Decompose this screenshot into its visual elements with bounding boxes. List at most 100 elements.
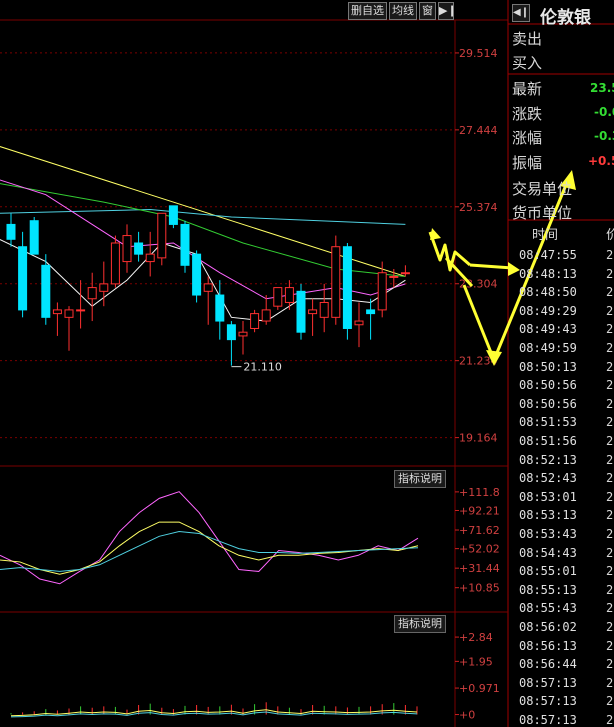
osc-tick-label: +92.21 (459, 504, 500, 517)
quote-label-change-pct: 涨幅 (512, 129, 543, 147)
indicator-help-button-2[interactable]: 指标说明 (394, 615, 446, 633)
trade-time: 08:53:01 (519, 489, 577, 504)
trade-price: 2 (606, 303, 614, 318)
osc-tick-label: +71.62 (459, 524, 500, 537)
trade-price: 2 (606, 638, 614, 653)
candle-body (18, 246, 28, 311)
candle-body (180, 223, 190, 266)
candle-body (76, 309, 86, 312)
quote-label-amplitude: 振幅 (512, 154, 543, 172)
candle-body (157, 212, 167, 259)
candle-body (389, 275, 399, 278)
back-icon[interactable]: ◀❙ (512, 4, 530, 22)
candle-body (6, 223, 16, 240)
quote-label-change: 涨跌 (512, 105, 543, 123)
candle-body (215, 294, 225, 322)
candle-body (273, 287, 283, 307)
candle-body (250, 313, 260, 329)
trade-time: 08:55:01 (519, 564, 577, 579)
remove-watchlist-button[interactable]: 删自选 (348, 2, 387, 20)
indicator-help-button-1[interactable]: 指标说明 (394, 470, 446, 488)
oscillator-line (0, 531, 419, 572)
trade-time: 08:49:59 (519, 341, 577, 355)
candle-body (366, 309, 376, 315)
candle-body (331, 246, 341, 318)
candle-body (110, 242, 120, 285)
price-tick-label: 25.374 (459, 201, 498, 214)
candle-body (354, 320, 364, 326)
trade-price: 2 (606, 285, 614, 300)
candle-body (342, 246, 352, 329)
moving-average-button[interactable]: 均线 (389, 2, 417, 20)
trade-header-time: 时间 (532, 228, 559, 243)
trade-price: 2 (606, 694, 614, 709)
oscillator-line (0, 521, 419, 575)
candle-body (122, 235, 132, 263)
candle-body (145, 253, 155, 263)
instrument-title: 伦敦银 (540, 8, 591, 28)
trade-time: 08:57:13 (519, 694, 577, 709)
osc-tick-label: +111.8 (459, 486, 500, 499)
window-button[interactable]: 窗 (419, 2, 436, 20)
trade-price: 2 (606, 434, 614, 448)
candle-body (29, 220, 39, 255)
trade-price: 2 (606, 415, 614, 430)
trade-price: 2 (606, 378, 614, 393)
trade-time: 08:49:43 (519, 322, 577, 337)
trade-time: 08:50:56 (519, 378, 577, 393)
candle-body (308, 309, 318, 315)
play-icon[interactable]: ▶❙ (438, 2, 457, 20)
trade-time: 08:49:29 (519, 303, 577, 318)
trade-time: 08:56:13 (519, 638, 577, 653)
stage: 29.514 27.444 25.374 23.304 21.234 19.164 21.1… (0, 0, 614, 727)
candle-body (226, 324, 236, 341)
candle-body (87, 287, 97, 300)
trade-price: 2 (606, 341, 614, 355)
candle-body (41, 264, 51, 318)
quote-label-trade-unit: 交易单位 (512, 180, 573, 198)
annotation-arrow (469, 263, 513, 270)
trade-time: 08:55:13 (519, 582, 577, 597)
trade-time: 08:54:43 (519, 545, 577, 560)
candle-body (134, 242, 144, 255)
candle-body (99, 283, 109, 292)
trade-price: 2 (606, 657, 614, 672)
osc-tick-label: +31.44 (459, 562, 500, 575)
trade-price: 2 (606, 508, 614, 523)
trade-time: 08:51:56 (519, 434, 577, 448)
candle-body (192, 253, 202, 296)
trade-time: 08:50:13 (519, 359, 577, 374)
trade-time: 08:56:44 (519, 657, 577, 672)
trade-time: 08:55:43 (519, 601, 577, 616)
trade-price: 2 (606, 452, 614, 467)
trade-price: 2 (606, 322, 614, 337)
arrow-head (430, 228, 441, 240)
trade-price: 2 (606, 620, 614, 634)
trade-price: 2 (606, 471, 614, 486)
trade-time: 08:51:53 (519, 415, 577, 430)
low-annotation: 21.110 (243, 361, 282, 374)
trade-price: 2 (606, 564, 614, 579)
candle-body (296, 290, 306, 333)
trade-time: 08:57:13 (519, 675, 577, 690)
trade-time: 08:53:43 (519, 527, 577, 541)
trade-time: 08:52:13 (519, 452, 577, 467)
quote-label-latest: 最新 (512, 80, 543, 98)
trade-time: 08:50:56 (519, 396, 577, 411)
quote-value-change-pct: -0.3 (594, 129, 614, 143)
candle-body (319, 301, 329, 318)
trade-time: 08:52:43 (519, 471, 577, 486)
trade-price: 2 (606, 601, 614, 616)
quote-label-sell: 卖出 (512, 30, 543, 48)
quote-label-buy: 买入 (512, 54, 543, 72)
quote-value-amplitude: +0.5 (588, 154, 614, 168)
trade-time: 08:53:13 (519, 508, 577, 523)
bottom-tick-label: +0 (459, 709, 475, 722)
trade-time: 08:48:13 (519, 266, 577, 281)
quote-label-currency-unit: 货币单位 (512, 204, 573, 222)
candle-body (377, 272, 387, 311)
price-tick-label: 27.444 (459, 124, 498, 137)
trade-time: 08:48:50 (519, 285, 577, 300)
candle-body (52, 309, 62, 315)
trade-price: 2 (606, 582, 614, 597)
